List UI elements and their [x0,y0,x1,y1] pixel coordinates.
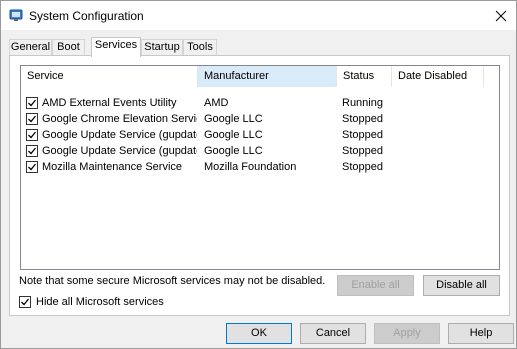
service-status: Stopped [342,161,383,173]
services-panel: Service Manufacturer Status Date Disable… [9,55,510,316]
table-row[interactable]: AMD External Events Utility AMD Running [21,95,499,111]
title-bar: System Configuration [1,1,516,30]
tab-services[interactable]: Services [91,37,141,57]
service-status: Stopped [342,129,383,141]
service-status: Stopped [342,113,383,125]
service-checkbox[interactable] [26,97,38,109]
service-name: Google Chrome Elevation Servic... [42,113,197,125]
service-name: Mozilla Maintenance Service [42,161,183,173]
service-manufacturer: Google LLC [204,145,263,157]
cancel-button[interactable]: Cancel [300,323,366,344]
service-manufacturer: Mozilla Foundation [204,161,297,173]
checkmark-icon [28,115,37,123]
table-row[interactable]: Google Chrome Elevation Servic... Google… [21,111,499,127]
table-row[interactable]: Google Update Service (gupdate) Google L… [21,127,499,143]
system-configuration-window: System Configuration General Boot Servic… [0,0,517,349]
service-manufacturer: AMD [204,97,229,109]
service-date-disabled [398,111,484,127]
table-row[interactable]: Google Update Service (gupdatem) Google … [21,143,499,159]
hide-microsoft-services-label: Hide all Microsoft services [36,296,164,308]
service-date-disabled [398,143,484,159]
service-checkbox[interactable] [26,113,38,125]
column-header-service[interactable]: Service [21,66,198,87]
microsoft-services-note: Note that some secure Microsoft services… [19,275,326,287]
help-button[interactable]: Help [448,323,514,344]
service-manufacturer: Google LLC [204,129,263,141]
window-title: System Configuration [29,9,144,23]
services-list[interactable]: Service Manufacturer Status Date Disable… [20,65,500,270]
msconfig-icon [9,8,23,22]
checkmark-icon [28,99,37,107]
service-date-disabled [398,159,484,175]
service-date-disabled [398,127,484,143]
checkmark-icon [21,298,30,306]
service-status: Running [342,97,383,109]
service-name: Google Update Service (gupdate) [42,129,197,141]
column-header-status[interactable]: Status [337,66,392,87]
tab-boot[interactable]: Boot [52,39,85,56]
service-checkbox[interactable] [26,161,38,173]
tab-startup[interactable]: Startup [141,39,183,56]
service-manufacturer: Google LLC [204,113,263,125]
checkmark-icon [28,131,37,139]
apply-button[interactable]: Apply [374,323,440,344]
close-icon [495,10,507,21]
table-row[interactable]: Mozilla Maintenance Service Mozilla Foun… [21,159,499,175]
service-checkbox[interactable] [26,145,38,157]
hide-microsoft-services-checkbox[interactable] [19,296,31,308]
checkmark-icon [28,147,37,155]
close-button[interactable] [486,1,516,30]
checkmark-icon [28,163,37,171]
enable-all-button[interactable]: Enable all [337,275,414,296]
service-name: Google Update Service (gupdatem) [42,145,197,157]
column-header-manufacturer[interactable]: Manufacturer [198,66,337,87]
disable-all-button[interactable]: Disable all [423,275,500,296]
ok-button[interactable]: OK [226,323,292,344]
column-header-date-disabled[interactable]: Date Disabled [392,66,484,87]
service-checkbox[interactable] [26,129,38,141]
service-status: Stopped [342,145,383,157]
tab-tools[interactable]: Tools [183,39,217,56]
list-header: Service Manufacturer Status Date Disable… [21,66,499,87]
tab-general[interactable]: General [9,39,52,56]
service-date-disabled [398,95,484,111]
service-name: AMD External Events Utility [42,97,177,109]
